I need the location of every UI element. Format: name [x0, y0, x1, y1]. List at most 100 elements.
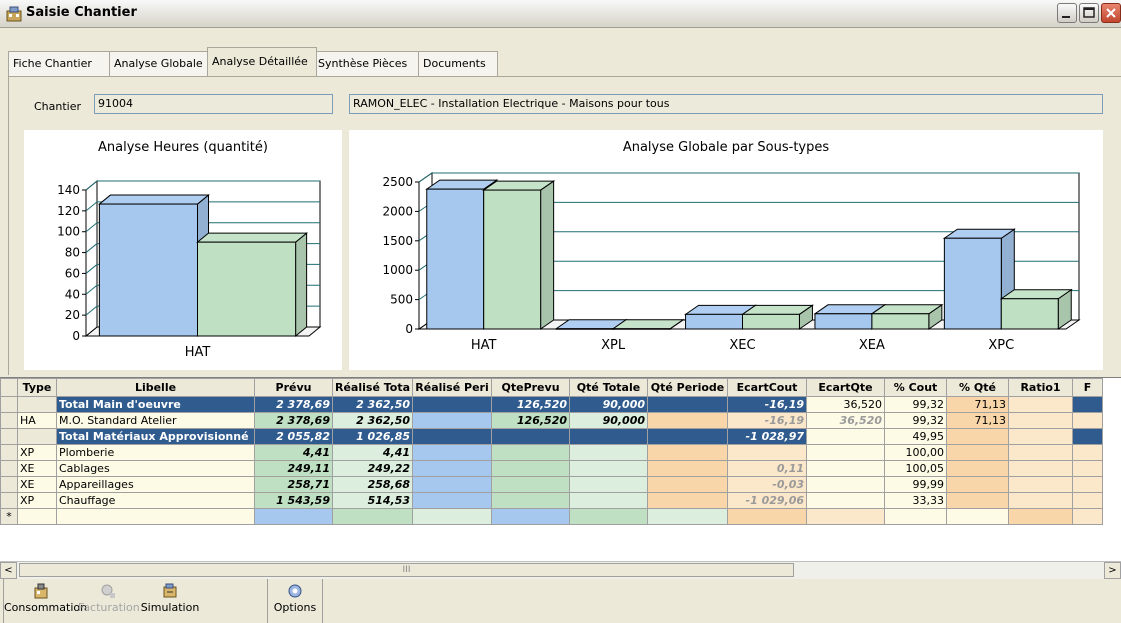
- column-header[interactable]: EcartQte: [806, 378, 886, 397]
- column-header[interactable]: Qté Periode: [647, 378, 729, 397]
- table-cell-libelle[interactable]: Total Matériaux Approvisionné: [56, 428, 255, 445]
- new-row[interactable]: *: [0, 508, 1104, 525]
- table-cell-qte-totale[interactable]: [569, 460, 649, 477]
- table-cell-ecart-qte[interactable]: 36,520: [806, 396, 886, 413]
- chantier-description-field[interactable]: RAMON_ELEC - Installation Electrique - M…: [349, 94, 1103, 114]
- table-cell-ecart-qte[interactable]: [806, 492, 886, 509]
- table-cell-prevu[interactable]: 2 055,82: [254, 428, 333, 445]
- scroll-right-button[interactable]: >: [1104, 562, 1121, 579]
- table-cell-realise-periode[interactable]: [412, 476, 493, 493]
- table-cell-qte-prevu[interactable]: [491, 444, 571, 461]
- row-selector[interactable]: [0, 492, 18, 509]
- table-cell-ecart-cout[interactable]: [727, 444, 808, 461]
- new-row-cell[interactable]: [884, 508, 948, 525]
- column-header[interactable]: QtePrevu: [491, 378, 571, 397]
- row-selector[interactable]: [0, 476, 18, 493]
- table-cell-libelle[interactable]: Plomberie: [56, 444, 255, 461]
- table-cell-realise-total[interactable]: 2 362,50: [331, 396, 414, 413]
- table-cell-ratio1[interactable]: [1008, 460, 1074, 477]
- row-selector[interactable]: [0, 460, 18, 477]
- table-cell-realise-total[interactable]: 1 026,85: [331, 428, 414, 445]
- table-cell-ratio1[interactable]: [1008, 428, 1074, 445]
- table-cell-type[interactable]: [17, 428, 57, 445]
- scroll-thumb[interactable]: III: [19, 563, 794, 577]
- column-header[interactable]: Ratio1: [1008, 378, 1074, 397]
- table-cell-qte-prevu[interactable]: [491, 460, 571, 477]
- new-row-cell[interactable]: [491, 508, 571, 525]
- table-cell-qte-periode[interactable]: [647, 444, 729, 461]
- table-cell-realise-total[interactable]: 249,22: [331, 460, 414, 477]
- column-header[interactable]: Réalisé Peri: [412, 378, 493, 397]
- table-cell-extra[interactable]: [1072, 476, 1104, 493]
- table-cell-pct-cout[interactable]: 99,32: [884, 396, 948, 413]
- table-cell-qte-periode[interactable]: [647, 460, 729, 477]
- table-cell-qte-prevu[interactable]: [491, 492, 571, 509]
- table-cell-ecart-cout[interactable]: -1 028,97: [727, 428, 808, 445]
- table-cell-ecart-qte[interactable]: [806, 428, 886, 445]
- column-header[interactable]: Type: [17, 378, 57, 397]
- table-cell-ratio1[interactable]: [1008, 476, 1074, 493]
- table-cell-ecart-cout[interactable]: -16,19: [727, 396, 808, 413]
- close-button[interactable]: [1101, 3, 1121, 23]
- new-row-cell[interactable]: [331, 508, 414, 525]
- table-cell-qte-totale[interactable]: [569, 428, 649, 445]
- table-cell-realise-periode[interactable]: [412, 396, 493, 413]
- table-cell-pct-qte[interactable]: 71,13: [946, 412, 1010, 429]
- table-row[interactable]: XP Chauffage 1 543,59 514,53 -1 029,06 33,33: [0, 492, 1104, 509]
- table-cell-extra[interactable]: [1072, 396, 1104, 413]
- table-cell-qte-prevu[interactable]: [491, 428, 571, 445]
- table-cell-qte-totale[interactable]: [569, 476, 649, 493]
- table-row[interactable]: HA M.O. Standard Atelier 2 378,69 2 362,50 1…: [0, 412, 1104, 429]
- column-header[interactable]: Qté Totale: [569, 378, 649, 397]
- column-header[interactable]: EcartCout: [727, 378, 808, 397]
- table-cell-qte-periode[interactable]: [647, 492, 729, 509]
- table-cell-qte-prevu[interactable]: 126,520: [491, 412, 571, 429]
- new-row-cell[interactable]: [254, 508, 333, 525]
- maximize-button[interactable]: [1079, 3, 1099, 23]
- table-cell-prevu[interactable]: 2 378,69: [254, 396, 333, 413]
- table-cell-prevu[interactable]: 258,71: [254, 476, 333, 493]
- table-cell-pct-cout[interactable]: 99,99: [884, 476, 948, 493]
- row-selector[interactable]: [0, 396, 18, 413]
- options-button[interactable]: Options: [268, 583, 322, 621]
- column-header[interactable]: Libelle: [56, 378, 255, 397]
- new-row-cell[interactable]: [647, 508, 729, 525]
- minimize-button[interactable]: [1057, 3, 1077, 23]
- table-row[interactable]: XP Plomberie 4,41 4,41 100,00: [0, 444, 1104, 461]
- table-cell-pct-cout[interactable]: 100,05: [884, 460, 948, 477]
- new-row-cell[interactable]: [569, 508, 649, 525]
- scroll-left-button[interactable]: <: [0, 562, 17, 579]
- table-cell-pct-qte[interactable]: [946, 444, 1010, 461]
- table-cell-pct-qte[interactable]: 71,13: [946, 396, 1010, 413]
- table-cell-realise-total[interactable]: 258,68: [331, 476, 414, 493]
- table-cell-qte-totale[interactable]: [569, 444, 649, 461]
- table-cell-ecart-qte[interactable]: 36,520: [806, 412, 886, 429]
- tab-analyse-detaillee[interactable]: Analyse Détaillée: [207, 47, 317, 76]
- table-cell-type[interactable]: [17, 396, 57, 413]
- column-header[interactable]: % Qté: [946, 378, 1010, 397]
- table-row[interactable]: XE Appareillages 258,71 258,68 -0,03 99,99: [0, 476, 1104, 493]
- table-cell-prevu[interactable]: 1 543,59: [254, 492, 333, 509]
- table-cell-pct-cout[interactable]: 33,33: [884, 492, 948, 509]
- table-cell-ratio1[interactable]: [1008, 492, 1074, 509]
- table-cell-ecart-cout[interactable]: -1 029,06: [727, 492, 808, 509]
- table-cell-realise-periode[interactable]: [412, 412, 493, 429]
- table-cell-type[interactable]: XP: [17, 492, 57, 509]
- new-row-cell[interactable]: [1072, 508, 1104, 525]
- facturation-button[interactable]: Facturation: [78, 583, 140, 621]
- table-row[interactable]: XE Cablages 249,11 249,22 0,11 100,05: [0, 460, 1104, 477]
- table-cell-qte-periode[interactable]: [647, 396, 729, 413]
- row-selector[interactable]: [0, 444, 18, 461]
- table-cell-libelle[interactable]: M.O. Standard Atelier: [56, 412, 255, 429]
- table-cell-prevu[interactable]: 249,11: [254, 460, 333, 477]
- table-cell-libelle[interactable]: Cablages: [56, 460, 255, 477]
- tab-analyse-globale[interactable]: Analyse Globale: [109, 51, 212, 76]
- table-cell-pct-qte[interactable]: [946, 428, 1010, 445]
- new-row-cell[interactable]: [56, 508, 255, 525]
- table-cell-extra[interactable]: [1072, 444, 1104, 461]
- table-cell-ecart-cout[interactable]: -16,19: [727, 412, 808, 429]
- new-row-cell[interactable]: [727, 508, 808, 525]
- table-cell-qte-periode[interactable]: [647, 476, 729, 493]
- table-cell-libelle[interactable]: Appareillages: [56, 476, 255, 493]
- column-header[interactable]: Prévu: [254, 378, 333, 397]
